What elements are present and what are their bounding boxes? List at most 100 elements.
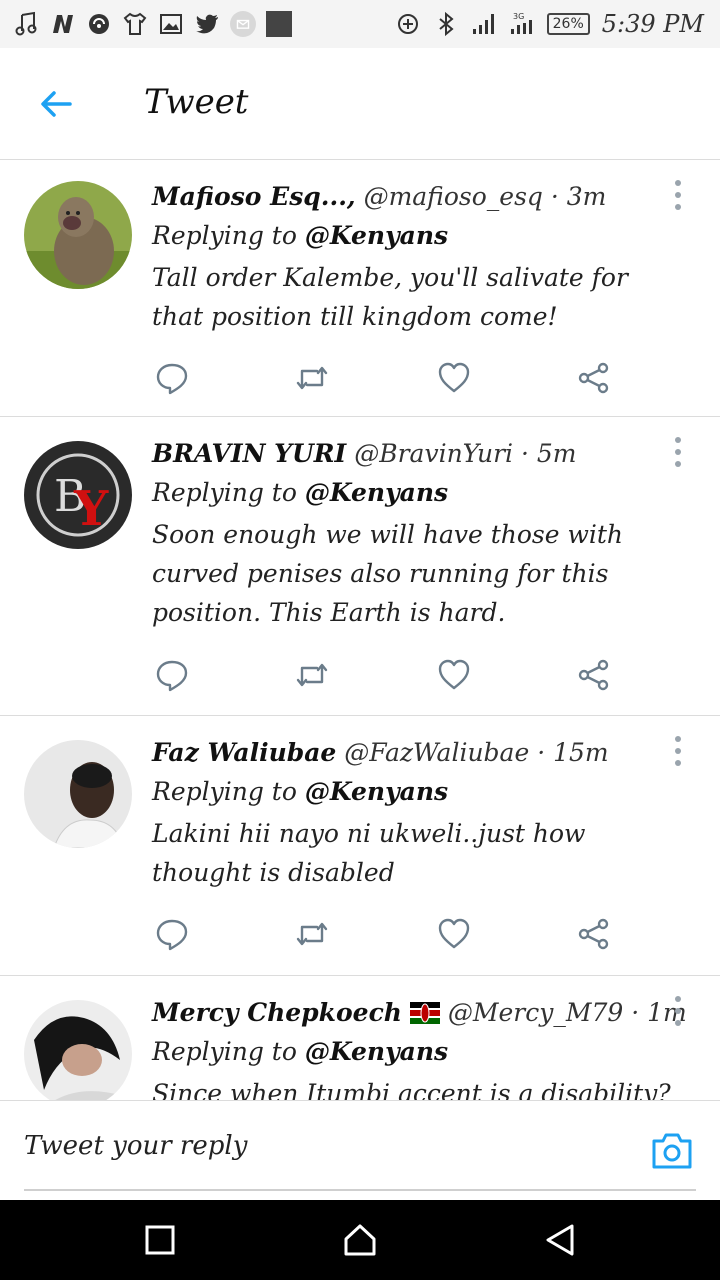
twitter-icon <box>194 11 220 37</box>
tweet-time: 5m <box>536 439 577 468</box>
like-button[interactable] <box>434 358 474 398</box>
tweet-actions <box>152 358 632 398</box>
retweet-button[interactable] <box>292 914 332 954</box>
retweet-icon <box>296 366 328 390</box>
tweet-actions <box>152 914 632 954</box>
tweet-list[interactable]: Mafioso Esq..., @mafioso_esq · 3m Replyi… <box>0 160 720 1100</box>
system-icons: 3G 26% 5:39 PM <box>395 8 704 40</box>
avatar[interactable] <box>24 1000 132 1100</box>
share-icon <box>578 362 609 394</box>
tweet-body: Mercy Chepkoech @Mercy_M79 · 1m Replying… <box>152 994 687 1100</box>
share-button[interactable] <box>574 914 614 954</box>
share-button[interactable] <box>574 655 614 695</box>
square-app-icon <box>266 11 292 37</box>
avatar[interactable] <box>24 740 132 848</box>
tweet[interactable]: Mafioso Esq..., @mafioso_esq · 3m Replyi… <box>0 160 720 417</box>
share-icon <box>578 659 609 691</box>
home-button[interactable] <box>340 1220 380 1260</box>
retweet-icon <box>296 663 328 687</box>
reply-button[interactable] <box>152 914 192 954</box>
author-name[interactable]: BRAVIN YURI <box>152 439 346 468</box>
mention-link[interactable]: @Kenyans <box>305 221 448 250</box>
signal-3g-icon: 3G <box>509 11 535 37</box>
tweet[interactable]: Mercy Chepkoech @Mercy_M79 · 1m Replying… <box>0 976 720 1100</box>
battery-indicator: 26% <box>546 13 590 35</box>
more-options-button[interactable] <box>666 437 690 467</box>
replying-label: Replying to <box>152 777 297 806</box>
reply-bar: Tweet your reply <box>0 1100 720 1200</box>
more-options-button[interactable] <box>666 996 690 1026</box>
author-handle[interactable]: @Mercy_M79 <box>448 998 623 1027</box>
author-handle[interactable]: @FazWaliubae <box>344 738 529 767</box>
tweet-body: Mafioso Esq..., @mafioso_esq · 3m Replyi… <box>152 178 682 336</box>
recents-icon <box>145 1225 175 1255</box>
signal-icon <box>471 11 497 37</box>
mention-link[interactable]: @Kenyans <box>305 478 448 507</box>
author-handle[interactable]: @mafioso_esq <box>364 182 543 211</box>
camera-icon <box>652 1133 692 1169</box>
reply-input[interactable]: Tweet your reply <box>24 1131 624 1161</box>
like-icon <box>438 918 470 949</box>
mention-link[interactable]: @Kenyans <box>305 1037 448 1066</box>
replying-to: Replying to @Kenyans <box>152 473 682 513</box>
arrow-left-icon <box>41 91 72 117</box>
svg-text:Y: Y <box>73 481 109 537</box>
back-icon <box>546 1224 574 1256</box>
tweet-text: Since when Itumbi accent is a disability… <box>152 1079 671 1100</box>
tweet-time: 3m <box>566 182 607 211</box>
share-button[interactable] <box>574 358 614 398</box>
page-title: Tweet <box>144 82 249 122</box>
separator: · <box>631 998 640 1027</box>
reply-button[interactable] <box>152 358 192 398</box>
tweet[interactable]: Faz Waliubae @FazWaliubae · 15m Replying… <box>0 716 720 976</box>
system-back-button[interactable] <box>540 1220 580 1260</box>
avatar[interactable] <box>24 181 132 289</box>
n-app-icon <box>50 11 76 37</box>
tweet-actions <box>152 655 632 695</box>
retweet-button[interactable] <box>292 358 332 398</box>
share-icon <box>578 918 609 950</box>
more-options-button[interactable] <box>666 180 690 210</box>
separator: · <box>521 439 529 468</box>
replying-label: Replying to <box>152 478 297 507</box>
svg-text:3G: 3G <box>513 12 524 21</box>
author-name[interactable]: Faz Waliubae <box>152 738 336 767</box>
mail-icon <box>230 11 256 37</box>
like-icon <box>438 659 470 690</box>
replying-label: Replying to <box>152 1037 297 1066</box>
kenya-flag-icon <box>409 1002 440 1024</box>
notification-icons <box>14 8 292 40</box>
tweet[interactable]: B Y BRAVIN YURI @BravinYuri · 5m Replyin… <box>0 417 720 716</box>
replying-label: Replying to <box>152 221 297 250</box>
tshirt-icon <box>122 11 148 37</box>
author-name[interactable]: Mafioso Esq..., <box>152 182 356 211</box>
reply-icon <box>156 660 188 692</box>
avatar[interactable]: B Y <box>24 441 132 549</box>
gallery-icon <box>158 11 184 37</box>
mention-link[interactable]: @Kenyans <box>305 777 448 806</box>
retweet-button[interactable] <box>292 655 332 695</box>
tweet-body: Faz Waliubae @FazWaliubae · 15m Replying… <box>152 734 682 892</box>
data-saver-icon <box>395 11 421 37</box>
more-options-button[interactable] <box>666 736 690 766</box>
reply-button[interactable] <box>152 655 192 695</box>
retweet-icon <box>296 922 328 946</box>
like-button[interactable] <box>434 914 474 954</box>
like-icon <box>438 362 470 393</box>
tweet-meta: BRAVIN YURI @BravinYuri · 5m <box>152 435 682 473</box>
like-button[interactable] <box>434 655 474 695</box>
back-button[interactable] <box>30 78 82 130</box>
author-handle[interactable]: @BravinYuri <box>354 439 513 468</box>
recents-button[interactable] <box>140 1220 180 1260</box>
reply-underline <box>24 1189 696 1191</box>
status-bar: 3G 26% 5:39 PM <box>0 0 720 48</box>
author-name[interactable]: Mercy Chepkoech <box>152 998 402 1027</box>
home-icon <box>344 1224 376 1256</box>
app-header: Tweet <box>0 48 720 160</box>
camera-button[interactable] <box>650 1131 694 1171</box>
tweet-text: Soon enough we will have those with curv… <box>152 520 624 627</box>
tweet-text: Lakini hii nayo ni ukweli..just how thou… <box>152 819 586 887</box>
tweet-meta: Mafioso Esq..., @mafioso_esq · 3m <box>152 178 682 216</box>
tweet-meta: Mercy Chepkoech @Mercy_M79 · 1m <box>152 994 687 1032</box>
separator: · <box>550 182 559 211</box>
